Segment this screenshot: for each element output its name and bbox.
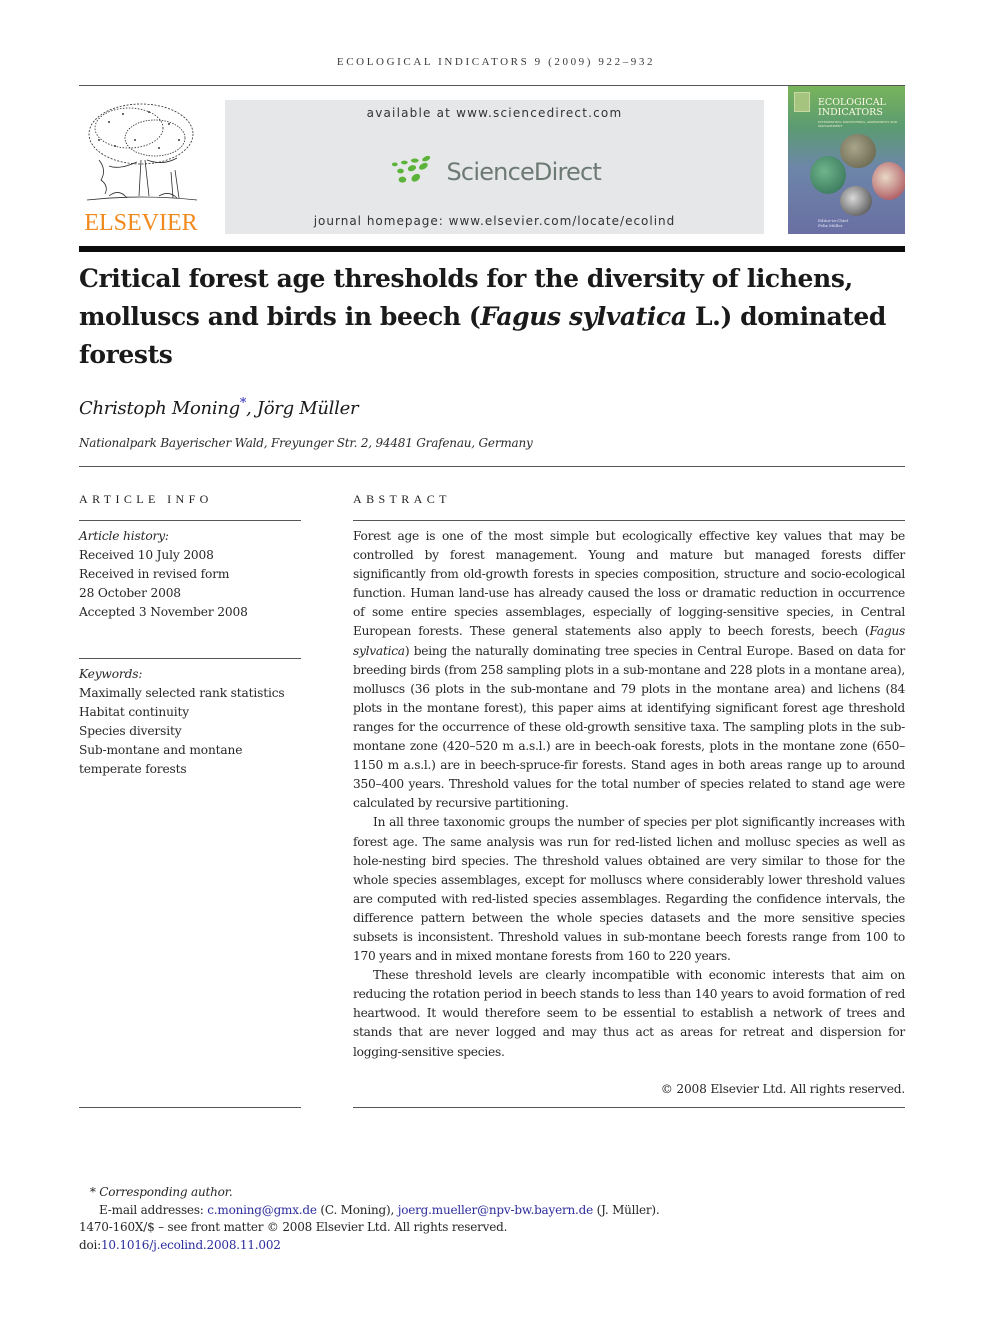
abstract-paragraph: In all three taxonomic groups the number… [353, 815, 905, 964]
doi-link[interactable]: 10.1016/j.ecolind.2008.11.002 [101, 1238, 281, 1252]
abstract-end-rule [353, 1107, 905, 1108]
doi-line: doi:10.1016/j.ecolind.2008.11.002 [79, 1237, 905, 1255]
cover-editor: Editor-in-Chief Felix Müller [818, 218, 848, 228]
cover-title-line2: INDICATORS [818, 107, 883, 118]
sciencedirect-logo[interactable]: ScienceDirect [391, 152, 602, 192]
abstract-body: Forest age is one of the most simple but… [353, 527, 905, 1062]
cover-elsevier-icon [794, 92, 810, 112]
article-info-heading: ARTICLE INFO [79, 492, 213, 506]
history-item: Received 10 July 2008 [79, 548, 214, 562]
abstract-paragraph: Forest age is one of the most simple but… [353, 527, 905, 813]
issn-line: 1470-160X/$ – see front matter © 2008 El… [79, 1220, 508, 1234]
history-item: Received in revised form [79, 567, 230, 581]
keyword-item: Maximally selected rank statistics [79, 686, 285, 700]
email-link[interactable]: c.moning@gmx.de [207, 1203, 317, 1217]
left-column-end-rule [79, 1107, 301, 1108]
top-rule [79, 85, 905, 86]
footnotes: * Corresponding author. E-mail addresses… [79, 1184, 905, 1254]
keyword-item: Sub-montane and montane [79, 743, 243, 757]
email-link[interactable]: joerg.mueller@npv-bw.bayern.de [398, 1203, 594, 1217]
cover-editor-name: Felix Müller [818, 223, 843, 228]
corresponding-author-mark[interactable]: * [240, 396, 247, 411]
cover-photo-lab-icon [840, 186, 872, 216]
affiliation: Nationalpark Bayerischer Wald, Freyunger… [79, 436, 533, 450]
article-history: Article history: Received 10 July 2008 R… [79, 527, 309, 622]
keywords-rule [79, 658, 301, 659]
article-info-rule [79, 520, 301, 521]
article-title: Critical forest age thresholds for the d… [79, 260, 905, 374]
footnote-mark: * [89, 1185, 96, 1199]
elsevier-tree-icon [86, 103, 198, 201]
divider [79, 466, 905, 467]
author-name[interactable]: Jörg Müller [257, 398, 359, 419]
doi-label: doi: [79, 1237, 101, 1252]
author-separator: , [246, 398, 257, 419]
cover-photo-rock-icon [840, 134, 876, 168]
author-name[interactable]: Christoph Moning [79, 398, 240, 419]
abstract-text: ) being the naturally dominating tree sp… [353, 643, 905, 811]
history-item: 28 October 2008 [79, 586, 181, 600]
cover-title: ECOLOGICAL INDICATORS [818, 98, 886, 118]
history-item: Accepted 3 November 2008 [79, 605, 248, 619]
abstract-heading: ABSTRACT [353, 492, 451, 506]
keywords: Keywords: Maximally selected rank statis… [79, 665, 309, 779]
email-owner: (C. Moning), [316, 1202, 398, 1217]
copyright-notice: © 2008 Elsevier Ltd. All rights reserved… [660, 1082, 905, 1096]
sciencedirect-dots-icon [391, 155, 431, 183]
article-history-label: Article history: [79, 529, 169, 543]
elsevier-wordmark: ELSEVIER [84, 210, 198, 236]
email-owner: (J. Müller). [593, 1202, 660, 1217]
corresponding-author-label: Corresponding author. [99, 1185, 233, 1199]
author-list: Christoph Moning*, Jörg Müller [79, 396, 359, 419]
sciencedirect-link[interactable]: available at www.sciencedirect.com [225, 106, 764, 120]
abstract-paragraph: These threshold levels are clearly incom… [353, 968, 905, 1059]
sciencedirect-banner: available at www.sciencedirect.com Scien… [225, 100, 764, 234]
email-note: E-mail addresses: c.moning@gmx.de (C. Mo… [79, 1202, 905, 1220]
keywords-label: Keywords: [79, 667, 143, 681]
corresponding-author-note: * Corresponding author. [79, 1184, 905, 1202]
title-species-name: Fagus sylvatica [480, 302, 687, 331]
keyword-item: Species diversity [79, 724, 182, 738]
cover-subtitle: INTEGRATING, MONITORING, ASSESSMENT AND … [818, 120, 898, 128]
header-divider [79, 246, 905, 252]
running-head: ECOLOGICAL INDICATORS 9 (2009) 922–932 [336, 56, 656, 68]
abstract-text: Forest age is one of the most simple but… [353, 529, 905, 639]
journal-cover[interactable]: ECOLOGICAL INDICATORS INTEGRATING, MONIT… [788, 86, 905, 234]
email-label: E-mail addresses: [99, 1202, 208, 1217]
journal-homepage-link[interactable]: journal homepage: www.elsevier.com/locat… [225, 214, 764, 228]
sciencedirect-wordmark: ScienceDirect [446, 158, 602, 186]
keyword-item: temperate forests [79, 762, 187, 776]
cover-photo-green-icon [810, 156, 846, 194]
cover-photo-book-icon [872, 162, 905, 200]
keyword-item: Habitat continuity [79, 705, 190, 719]
abstract-rule [353, 520, 905, 521]
elsevier-logo[interactable]: ELSEVIER [79, 100, 203, 236]
